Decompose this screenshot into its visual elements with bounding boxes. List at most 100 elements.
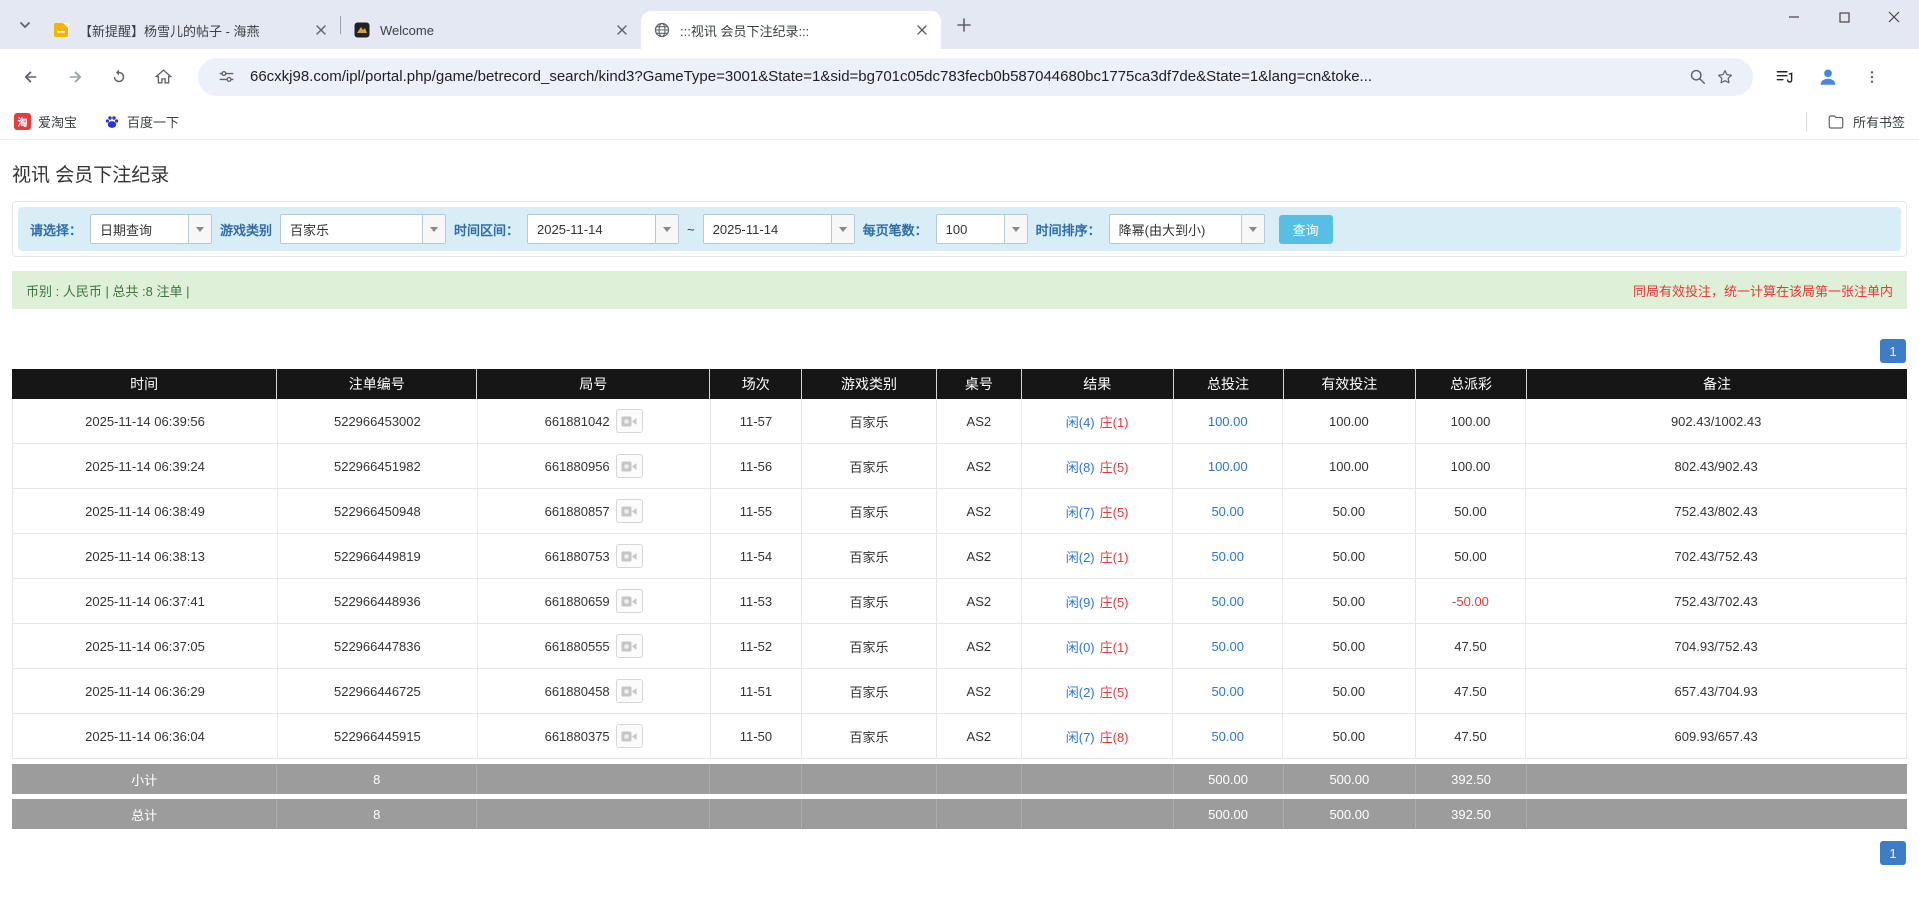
result-cell: 闲(0) 庄(1) [1022, 624, 1174, 668]
chevron-down-icon[interactable] [188, 215, 212, 243]
result-banker: 庄(1) [1099, 414, 1129, 430]
total-bet-link[interactable]: 50.00 [1211, 639, 1244, 654]
table-header-cell: 备注 [1702, 376, 1731, 392]
url-bar[interactable]: 66cxkj98.com/ipl/portal.php/game/betreco… [198, 57, 1753, 96]
media-controls-icon[interactable] [1769, 62, 1799, 92]
close-icon[interactable] [312, 21, 330, 39]
date-from-value: 2025-11-14 [537, 221, 603, 237]
total-bet-link[interactable]: 50.00 [1211, 729, 1244, 744]
search-button[interactable]: 查询 [1278, 214, 1333, 244]
bet-id: 522966451982 [278, 444, 478, 488]
chevron-down-icon[interactable] [1003, 215, 1027, 243]
profile-avatar-icon[interactable] [1813, 62, 1843, 92]
all-bookmarks-button[interactable]: 所有书签 [1805, 111, 1905, 132]
omnibar: 66cxkj98.com/ipl/portal.php/game/betreco… [0, 49, 1919, 104]
table-row: 2025-11-14 06:36:29 522966446725 6618804… [12, 669, 1907, 714]
game-category: 百家乐 [802, 534, 937, 578]
forward-icon[interactable] [58, 60, 92, 94]
chevron-down-icon[interactable] [422, 215, 446, 243]
video-replay-icon[interactable] [615, 544, 643, 568]
close-window-button[interactable] [1869, 0, 1919, 34]
table-no: AS2 [937, 579, 1022, 623]
bookmark-taobao[interactable]: 淘 爱淘宝 [14, 112, 77, 131]
bookmark-star-icon[interactable] [1711, 63, 1739, 91]
payout: 47.50 [1416, 624, 1527, 668]
summary-note: 同局有效投注，统一计算在该局第一张注单内 [1632, 283, 1893, 299]
url-text[interactable]: 66cxkj98.com/ipl/portal.php/game/betreco… [250, 68, 1683, 85]
payout: -50.00 [1416, 579, 1527, 623]
close-icon[interactable] [613, 21, 631, 39]
round-id: 661880659 [544, 593, 610, 609]
game-category: 百家乐 [802, 444, 937, 488]
payout: 100.00 [1416, 444, 1527, 488]
browser-tab-active[interactable]: :::视讯 会员下注纪录::: [641, 11, 941, 49]
tab-search-chevron-icon[interactable] [10, 10, 40, 40]
bet-time: 2025-11-14 06:37:05 [13, 624, 279, 668]
chevron-down-icon[interactable] [1240, 215, 1264, 243]
video-replay-icon[interactable] [615, 634, 643, 658]
total-row: 总计 8 500.00 500.00 392.50 [12, 799, 1907, 829]
total-bet-link[interactable]: 50.00 [1211, 504, 1244, 519]
sort-label: 时间排序： [1035, 222, 1101, 238]
total-bet-cell: 50.00 [1173, 624, 1284, 668]
select-label: 请选择： [30, 222, 83, 238]
total-bet-link[interactable]: 100.00 [1208, 459, 1248, 474]
reload-icon[interactable] [102, 60, 136, 94]
browser-tab-2[interactable]: Welcome [341, 11, 641, 49]
video-replay-icon[interactable] [615, 589, 643, 613]
result-player: 闲(4) [1065, 414, 1095, 430]
page-1-button[interactable]: 1 [1880, 841, 1906, 865]
bet-id: 522966448936 [278, 579, 478, 623]
round-cell: 661880857 [478, 489, 711, 533]
total-bet-link[interactable]: 50.00 [1211, 549, 1244, 564]
game-type-value: 百家乐 [290, 222, 330, 238]
video-replay-icon[interactable] [615, 499, 643, 523]
total-bet-link[interactable]: 50.00 [1211, 684, 1244, 699]
bookmark-label: 爱淘宝 [38, 115, 78, 130]
home-icon[interactable] [146, 60, 180, 94]
new-tab-button[interactable] [949, 10, 979, 40]
video-replay-icon[interactable] [615, 679, 643, 703]
close-icon[interactable] [913, 21, 931, 39]
query-type-dropdown[interactable]: 日期查询 [90, 214, 213, 244]
remark: 704.93/752.43 [1674, 638, 1758, 654]
table-row: 2025-11-14 06:36:04 522966445915 6618803… [12, 714, 1907, 759]
table-row: 2025-11-14 06:39:24 522966451982 6618809… [12, 444, 1907, 489]
round-id: 661880458 [544, 683, 610, 699]
total-count: 8 [277, 799, 478, 829]
page-size-dropdown[interactable]: 100 [935, 214, 1028, 244]
table-body: 2025-11-14 06:39:56 522966453002 6618810… [12, 399, 1907, 759]
table-no: AS2 [937, 444, 1022, 488]
table-no: AS2 [937, 714, 1022, 758]
page-1-button[interactable]: 1 [1880, 339, 1906, 363]
video-replay-icon[interactable] [615, 454, 643, 478]
remark: 657.43/704.93 [1674, 683, 1758, 699]
video-replay-icon[interactable] [615, 409, 643, 433]
site-info-icon[interactable] [212, 63, 240, 91]
total-bet-link[interactable]: 100.00 [1208, 414, 1248, 429]
total-bet-link[interactable]: 50.00 [1211, 594, 1244, 609]
maximize-button[interactable] [1819, 0, 1869, 34]
bet-time: 2025-11-14 06:37:41 [13, 579, 279, 623]
back-icon[interactable] [14, 60, 48, 94]
sort-dropdown[interactable]: 降幂(由大到小) [1108, 214, 1265, 244]
chevron-down-icon[interactable] [655, 215, 679, 243]
bet-time: 2025-11-14 06:36:04 [13, 714, 279, 758]
menu-kebab-icon[interactable] [1857, 62, 1887, 92]
date-to-dropdown[interactable]: 2025-11-14 [702, 214, 855, 244]
video-replay-icon[interactable] [615, 724, 643, 748]
table-no: AS2 [937, 669, 1022, 713]
zoom-magnifier-icon[interactable] [1683, 63, 1711, 91]
round-id: 661880956 [544, 458, 610, 474]
bookmark-baidu[interactable]: 百度一下 [103, 112, 179, 131]
subtotal-valid-bet: 500.00 [1284, 764, 1417, 794]
chevron-down-icon[interactable] [830, 215, 854, 243]
subtotal-row: 小计 8 500.00 500.00 392.50 [12, 764, 1907, 794]
subtotal-payout: 392.50 [1416, 764, 1527, 794]
summary-bar: 币别 : 人民币 | 总共 :8 注单 | 同局有效投注，统一计算在该局第一张注… [12, 271, 1907, 309]
game-type-dropdown[interactable]: 百家乐 [280, 214, 447, 244]
date-from-dropdown[interactable]: 2025-11-14 [527, 214, 680, 244]
browser-tab-1[interactable]: 【新提醒】杨雪儿的帖子 - 海燕 [40, 11, 340, 49]
query-type-value: 日期查询 [100, 222, 153, 238]
minimize-button[interactable] [1769, 0, 1819, 34]
